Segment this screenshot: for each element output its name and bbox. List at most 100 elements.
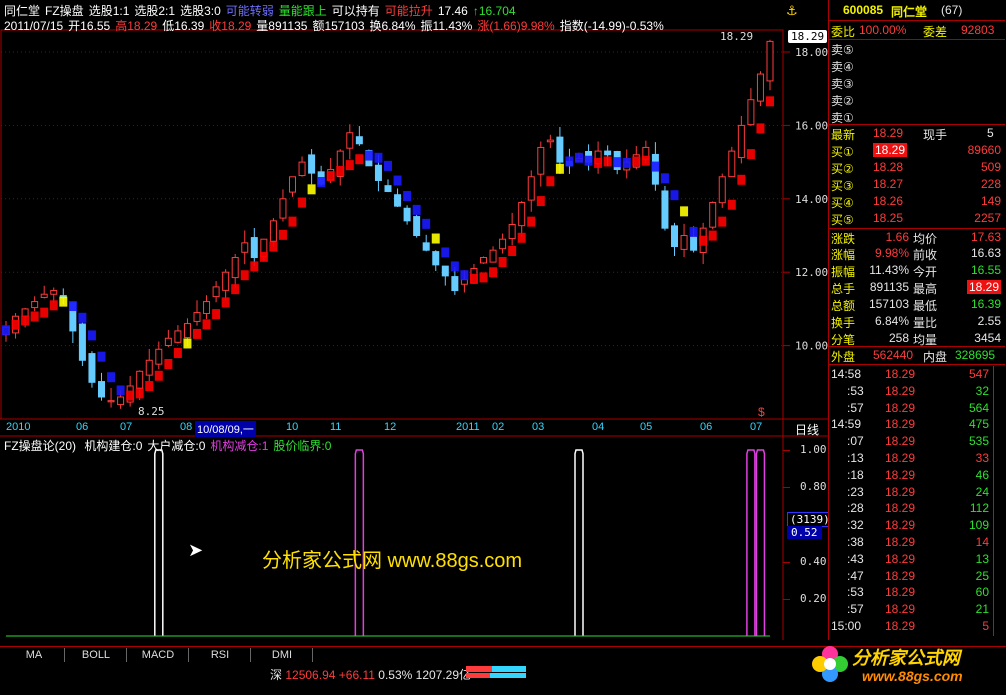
wc-label: 委差: [923, 25, 948, 39]
ask-row: 卖①: [829, 108, 1005, 125]
indicator-title[interactable]: FZ操盘论(20): [4, 439, 76, 453]
candle-body: [413, 216, 421, 237]
price-tick-label: 18.00: [795, 46, 828, 59]
indicator-item: 机构减仓:1: [210, 439, 269, 453]
anchor-icon[interactable]: ⚓: [786, 3, 798, 19]
tick-price: 18.29: [885, 383, 916, 398]
ask-label: 卖⑤: [831, 43, 854, 57]
stat-value: 9.98%: [874, 246, 909, 260]
stat-label: 振幅: [831, 265, 856, 279]
price-tick-label: 10.00: [795, 340, 828, 353]
tick-volume: 14: [975, 535, 989, 549]
candle-body: [136, 370, 144, 389]
wb-value: 100.00%: [859, 23, 907, 37]
order-ratio-row: 委比 100.00% 委差 92803: [829, 22, 1005, 40]
bid-volume: 2257: [974, 211, 1001, 225]
tab-boll[interactable]: BOLL: [66, 648, 127, 662]
np-label: 内盘: [923, 350, 948, 364]
tab-ma[interactable]: MA: [4, 648, 65, 662]
candle-body: [756, 73, 764, 102]
current-price-marker: 18.29: [788, 30, 828, 43]
candle-body: [766, 40, 774, 82]
trend-band-block: [584, 155, 593, 166]
stat-value: 11.43%: [869, 263, 909, 277]
tick-volume: 535: [968, 434, 989, 449]
candle-body: [40, 293, 48, 298]
trend-band-block: [555, 163, 564, 174]
trend-band-block: [403, 190, 412, 201]
trend-band-block: [632, 156, 641, 167]
indicator-spike: [154, 449, 164, 636]
candle-body: [355, 136, 363, 145]
trend-band-block: [107, 372, 116, 383]
indicator-axis-label: 1.00: [800, 443, 827, 456]
candle-body: [289, 176, 296, 193]
trend-band-block: [680, 206, 689, 217]
tick-volume: 21: [975, 602, 989, 617]
bid-price: 18.26: [873, 194, 904, 208]
trend-band-block: [30, 311, 39, 322]
trend-band-block: [240, 270, 249, 281]
tick-volume: 109: [968, 518, 989, 533]
status-pct: 0.53%: [378, 668, 413, 682]
candle-body: [489, 249, 497, 263]
tick-price: 18.29: [885, 484, 916, 499]
kline-chart-area[interactable]: 18.00 16.00 14.00 12.00 10.00 同仁堂 FZ操盘 选股1:1 选股…: [0, 0, 833, 640]
trend-band-block: [393, 175, 402, 186]
stock-position: (67): [941, 3, 963, 17]
tick-time: :43: [847, 551, 864, 566]
tick-time: :13: [847, 451, 864, 465]
candle-body: [298, 161, 306, 177]
trend-band-block: [278, 229, 287, 240]
candle-body: [480, 257, 487, 264]
ask-row: 卖②: [829, 91, 1005, 108]
candle-body: [432, 251, 440, 266]
candle-body: [155, 348, 163, 365]
trend-band-block: [126, 390, 135, 401]
tick-time: :32: [847, 518, 864, 533]
candle-body: [78, 323, 86, 361]
tab-rsi[interactable]: RSI: [190, 648, 251, 662]
stat-value: 16.39: [970, 297, 1001, 311]
period-label[interactable]: 日线: [795, 421, 819, 438]
tick-price: 18.29: [885, 602, 916, 617]
stat-value: 1.66: [885, 230, 909, 244]
trend-band-block: [460, 270, 469, 281]
tick-price: 18.29: [885, 417, 916, 432]
candle-body: [709, 201, 717, 228]
ask-label: 卖④: [831, 60, 854, 74]
header-line-2: 2011/07/15 开16.55 高18.29 低16.39 收18.29 量89113…: [4, 17, 669, 34]
candle-body: [737, 124, 745, 159]
indicator-spike: [755, 449, 766, 636]
price-tick-label: 12.00: [795, 266, 828, 279]
trend-band-block: [718, 216, 727, 227]
tick-scrollbar[interactable]: [993, 366, 1004, 636]
tick-time: :47: [847, 568, 864, 583]
header-item: 选股2:1: [134, 4, 176, 18]
candle-body: [346, 132, 354, 149]
tick-row: 14:59 18.29 475: [829, 416, 1005, 433]
tick-row: 15:00 18.29 5: [829, 618, 1005, 635]
trend-band-block: [183, 338, 192, 349]
bid-price: 18.29: [873, 143, 908, 157]
tick-time: :53: [847, 585, 864, 600]
stats-row: 分笔 258 均量 3454: [829, 330, 1005, 347]
header-item: 额157103: [312, 19, 365, 33]
tick-time: :18: [847, 467, 864, 482]
trend-band-block: [479, 272, 488, 283]
bid-volume: 228: [980, 177, 1001, 191]
tick-row: :47 18.29 25: [829, 568, 1005, 585]
trend-band-block: [193, 328, 201, 339]
indicator-item: 机构建仓:0: [84, 439, 143, 453]
dollar-icon[interactable]: $: [758, 405, 765, 419]
tab-macd[interactable]: MACD: [128, 648, 189, 662]
trend-band-block: [59, 296, 68, 307]
stat-value: 157103: [868, 297, 909, 311]
tab-dmi[interactable]: DMI: [252, 648, 313, 662]
header-item: FZ操盘: [45, 4, 84, 18]
tick-volume: 112: [969, 501, 989, 516]
stock-title[interactable]: 600085 同仁堂 (67): [829, 2, 1005, 21]
trend-band-block: [498, 256, 507, 267]
stat-label: 今开: [913, 265, 938, 279]
trend-band-block: [116, 385, 125, 396]
